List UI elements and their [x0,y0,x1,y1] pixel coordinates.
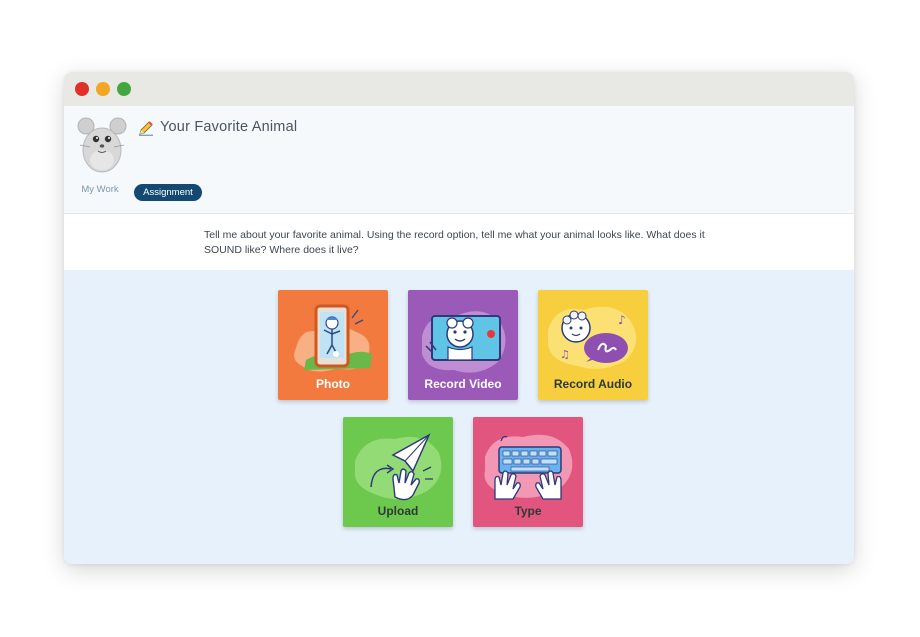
tab-my-work[interactable]: My Work [76,184,124,195]
minimize-window-button[interactable] [96,82,110,96]
assignment-header: Your Favorite Animal My Work Assignment [64,106,854,214]
tab-assignment[interactable]: Assignment [134,184,202,201]
prompt-text: Tell me about your favorite animal. Usin… [204,229,705,256]
record-video-option-button[interactable]: Record Video [408,290,518,400]
mouse-avatar-icon [77,117,127,173]
svg-text:♫: ♫ [560,348,570,361]
response-options-area: Photo Record Video ♪ ♫ Record Audio Uplo… [64,270,854,564]
record-audio-option-button[interactable]: ♪ ♫ Record Audio [538,290,648,400]
assignment-title: Your Favorite Animal [160,119,298,135]
app-window: Your Favorite Animal My Work Assignment … [64,72,854,564]
window-titlebar [64,72,854,106]
record-audio-option-label: Record Audio [553,377,633,391]
svg-text:♪: ♪ [618,313,626,327]
photo-option-label: Photo [316,377,350,391]
assignment-prompt: Tell me about your favorite animal. Usin… [64,214,854,270]
pencil-icon[interactable] [138,120,154,136]
type-option-label: Type [514,504,542,518]
photo-option-button[interactable]: Photo [278,290,388,400]
maximize-window-button[interactable] [117,82,131,96]
upload-option-button[interactable]: Upload [343,417,453,527]
upload-option-label: Upload [377,504,419,518]
record-video-option-label: Record Video [424,377,502,391]
close-window-button[interactable] [75,82,89,96]
type-option-button[interactable]: Type [473,417,583,527]
